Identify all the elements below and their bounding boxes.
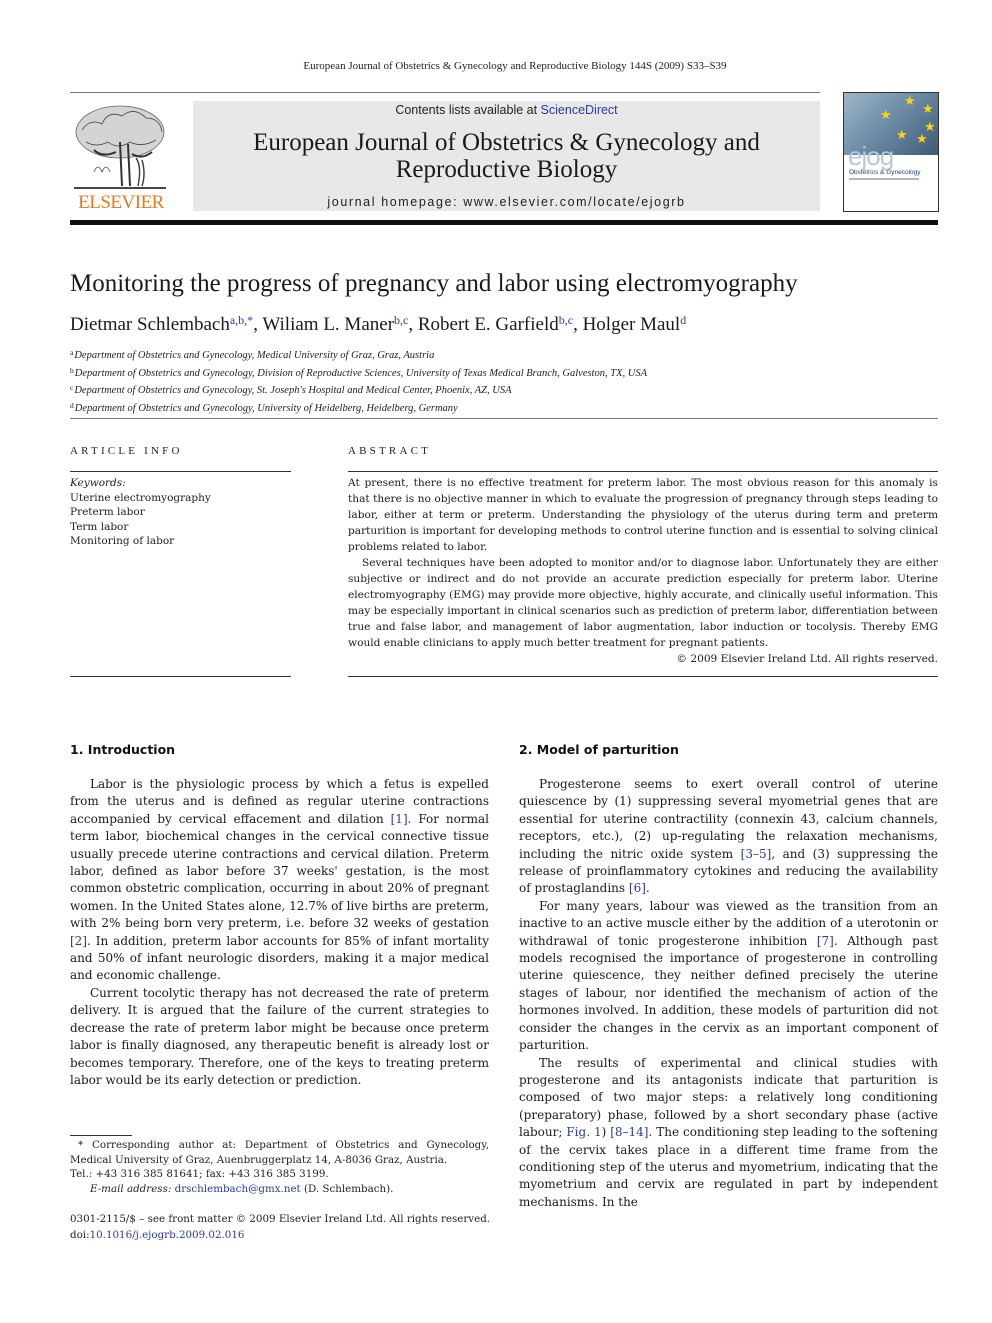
affiliation: cDepartment of Obstetrics and Gynecology… bbox=[70, 383, 512, 396]
affiliation-marker[interactable]: a,b,* bbox=[230, 313, 253, 327]
affiliation: bDepartment of Obstetrics and Gynecology… bbox=[70, 365, 647, 379]
body-paragraph: Labor is the physiologic process by whic… bbox=[70, 777, 489, 983]
star-icon: ★ bbox=[922, 102, 934, 117]
article-title: Monitoring the progress of pregnancy and… bbox=[70, 270, 798, 297]
citation-link[interactable]: [2] bbox=[70, 934, 87, 948]
header-thick-rule bbox=[70, 220, 938, 225]
divider bbox=[348, 676, 938, 677]
star-icon: ★ bbox=[904, 94, 916, 109]
elsevier-tree-icon bbox=[74, 105, 166, 189]
abstract-paragraph: Several techniques have been adopted to … bbox=[348, 557, 938, 649]
journal-title-line1: European Journal of Obstetrics & Gynecol… bbox=[253, 129, 760, 156]
journal-header: Contents lists available at ScienceDirec… bbox=[193, 101, 820, 211]
affiliation-marker[interactable]: b,c bbox=[559, 313, 573, 327]
corresponding-address: * Corresponding author at: Department of… bbox=[70, 1139, 489, 1166]
header-top-rule bbox=[70, 92, 820, 93]
keywords-label: Keywords: bbox=[70, 477, 126, 489]
body-paragraph: The results of experimental and clinical… bbox=[519, 1055, 938, 1209]
journal-homepage-link[interactable]: journal homepage: www.elsevier.com/locat… bbox=[193, 195, 820, 209]
divider bbox=[70, 471, 291, 472]
model-of-parturition-body: Progesterone seems to exert overall cont… bbox=[519, 776, 938, 1211]
issn-line: 0301-2115/$ – see front matter © 2009 El… bbox=[70, 1213, 491, 1225]
section-heading-model-of-parturition: 2. Model of parturition bbox=[519, 742, 679, 757]
body-paragraph: For many years, labour was viewed as the… bbox=[519, 898, 938, 1053]
author: Dietmar Schlembacha,b,*, bbox=[70, 313, 263, 335]
star-icon: ★ bbox=[916, 132, 928, 147]
author-list: Dietmar Schlembacha,b,*, Wiliam L. Maner… bbox=[70, 313, 686, 336]
figure-link[interactable]: Fig. 1 bbox=[566, 1125, 601, 1139]
author: Robert E. Garfieldb,c, bbox=[417, 313, 583, 335]
cover-subtitle-bar bbox=[849, 178, 919, 180]
copyright-notice: © 2009 Elsevier Ireland Ltd. All rights … bbox=[676, 653, 938, 665]
keyword: Term labor bbox=[70, 520, 129, 533]
contents-prefix: Contents lists available at bbox=[395, 103, 541, 117]
citation-link[interactable]: [3–5] bbox=[741, 847, 772, 861]
abstract-label: ABSTRACT bbox=[348, 445, 432, 457]
affiliation-marker[interactable]: b,c bbox=[394, 313, 408, 327]
affiliation: aDepartment of Obstetrics and Gynecology… bbox=[70, 348, 435, 361]
affiliation: dDepartment of Obstetrics and Gynecology… bbox=[70, 400, 458, 414]
divider bbox=[70, 418, 938, 419]
cover-acronym: ejog bbox=[848, 141, 894, 171]
publisher-name: ELSEVIER bbox=[78, 192, 164, 213]
divider bbox=[348, 471, 938, 472]
doi-line: doi:10.1016/j.ejogrb.2009.02.016 bbox=[70, 1229, 245, 1241]
abstract-paragraph: At present, there is no effective treatm… bbox=[348, 477, 938, 553]
sciencedirect-link[interactable]: ScienceDirect bbox=[541, 103, 618, 117]
keyword: Monitoring of labor bbox=[70, 535, 175, 547]
author: Wiliam L. Manerb,c, bbox=[262, 313, 418, 335]
keyword: Preterm labor bbox=[70, 506, 145, 518]
affiliation-marker[interactable]: d bbox=[680, 313, 686, 327]
footnote-rule bbox=[70, 1135, 132, 1136]
email-line: E-mail address: drschlembach@gmx.net (D.… bbox=[90, 1182, 394, 1195]
front-matter: 0301-2115/$ – see front matter © 2009 El… bbox=[70, 1211, 490, 1243]
body-paragraph: Progesterone seems to exert overall cont… bbox=[519, 777, 938, 896]
journal-cover-image[interactable]: ★ ★ ★ ★ ★ ★ ejog Obstetrics & Gynecology bbox=[843, 92, 939, 212]
divider bbox=[70, 676, 291, 677]
keyword: Uterine electromyography bbox=[70, 491, 211, 504]
affiliations: aDepartment of Obstetrics and Gynecology… bbox=[70, 346, 647, 416]
phone-fax: Tel.: +43 316 385 81641; fax: +43 316 38… bbox=[70, 1168, 329, 1180]
citation-link[interactable]: [1] bbox=[391, 812, 408, 826]
running-head: European Journal of Obstetrics & Gynecol… bbox=[303, 60, 727, 72]
body-paragraph: Current tocolytic therapy has not decrea… bbox=[70, 985, 489, 1087]
abstract-body: At present, there is no effective treatm… bbox=[348, 475, 938, 667]
corresponding-author-footnote: * Corresponding author at: Department of… bbox=[70, 1138, 489, 1196]
star-icon: ★ bbox=[880, 108, 892, 123]
journal-title-line2: Reproductive Biology bbox=[395, 156, 618, 183]
email-link[interactable]: drschlembach@gmx.net bbox=[175, 1183, 301, 1195]
article-info-label: ARTICLE INFO bbox=[70, 445, 183, 457]
journal-title: European Journal of Obstetrics & Gynecol… bbox=[193, 129, 820, 183]
elsevier-logo[interactable]: ELSEVIER bbox=[70, 100, 172, 214]
star-icon: ★ bbox=[896, 128, 908, 143]
section-heading-introduction: 1. Introduction bbox=[70, 742, 176, 757]
citation-link[interactable]: [6] bbox=[629, 881, 646, 895]
cover-subtitle: Obstetrics & Gynecology bbox=[849, 169, 921, 176]
contents-line: Contents lists available at ScienceDirec… bbox=[193, 103, 820, 117]
keywords: Keywords: Uterine electromyography Prete… bbox=[70, 476, 211, 549]
citation-link[interactable]: [7] bbox=[817, 934, 834, 948]
doi-link[interactable]: 10.1016/j.ejogrb.2009.02.016 bbox=[90, 1229, 245, 1241]
citation-link[interactable]: [8–14] bbox=[610, 1125, 648, 1139]
introduction-body: Labor is the physiologic process by whic… bbox=[70, 776, 489, 1089]
author: Holger Mauld bbox=[582, 313, 687, 335]
